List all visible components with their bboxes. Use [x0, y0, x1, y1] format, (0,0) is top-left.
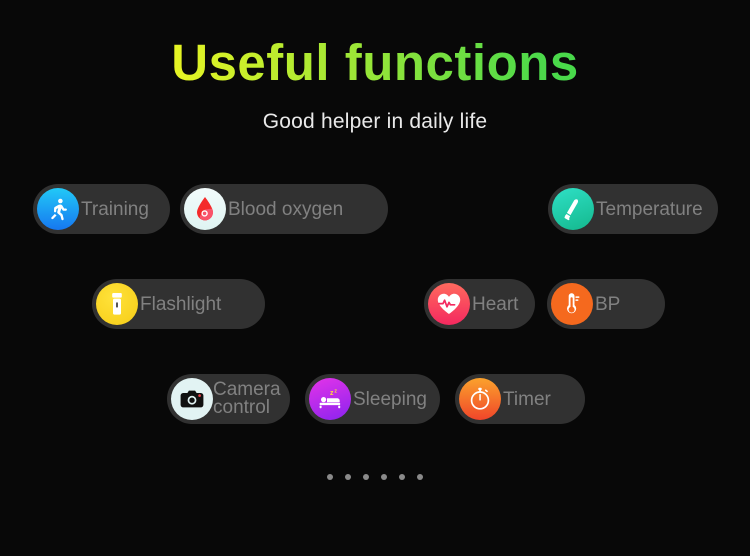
function-label: Timer	[503, 388, 551, 410]
function-pill-timer[interactable]: Timer	[455, 374, 585, 424]
function-pill-heart[interactable]: Heart	[424, 279, 535, 329]
function-pill-blood-oxygen[interactable]: Blood oxygen	[180, 184, 388, 234]
pagination-dot[interactable]	[417, 474, 423, 480]
function-pill-temperature[interactable]: Temperature	[548, 184, 718, 234]
thermometer-gun-icon	[552, 188, 594, 230]
function-pill-camera-control[interactable]: Camera control	[167, 374, 290, 424]
stopwatch-icon	[459, 378, 501, 420]
thermometer-icon	[551, 283, 593, 325]
function-label: Heart	[472, 293, 519, 315]
svg-text:z: z	[334, 388, 337, 394]
svg-text:z: z	[330, 390, 334, 397]
camera-icon	[171, 378, 213, 420]
function-label: Training	[81, 198, 149, 220]
function-label: BP	[595, 293, 621, 315]
flashlight-icon	[96, 283, 138, 325]
page-title: Useful functions	[0, 33, 750, 92]
pagination-dots[interactable]	[0, 474, 750, 480]
pagination-dot[interactable]	[363, 474, 369, 480]
running-person-icon	[37, 188, 79, 230]
blood-drop-icon	[184, 188, 226, 230]
function-label: Blood oxygen	[228, 198, 344, 220]
pagination-dot[interactable]	[327, 474, 333, 480]
bed-sleep-icon: z z	[309, 378, 351, 420]
function-label: Temperature	[596, 198, 703, 220]
function-label: Flashlight	[140, 293, 222, 315]
pagination-dot[interactable]	[399, 474, 405, 480]
pagination-dot[interactable]	[345, 474, 351, 480]
function-pill-bp[interactable]: BP	[547, 279, 665, 329]
pagination-dot[interactable]	[381, 474, 387, 480]
slide-canvas: Useful functions Good helper in daily li…	[0, 0, 750, 556]
page-subtitle: Good helper in daily life	[262, 110, 488, 133]
function-label: Sleeping	[353, 388, 427, 410]
function-pill-training[interactable]: Training	[33, 184, 170, 234]
heart-pulse-icon	[428, 283, 470, 325]
function-pill-flashlight[interactable]: Flashlight	[92, 279, 265, 329]
function-pill-sleeping[interactable]: z z Sleeping	[305, 374, 440, 424]
function-label: Camera control	[213, 378, 281, 418]
